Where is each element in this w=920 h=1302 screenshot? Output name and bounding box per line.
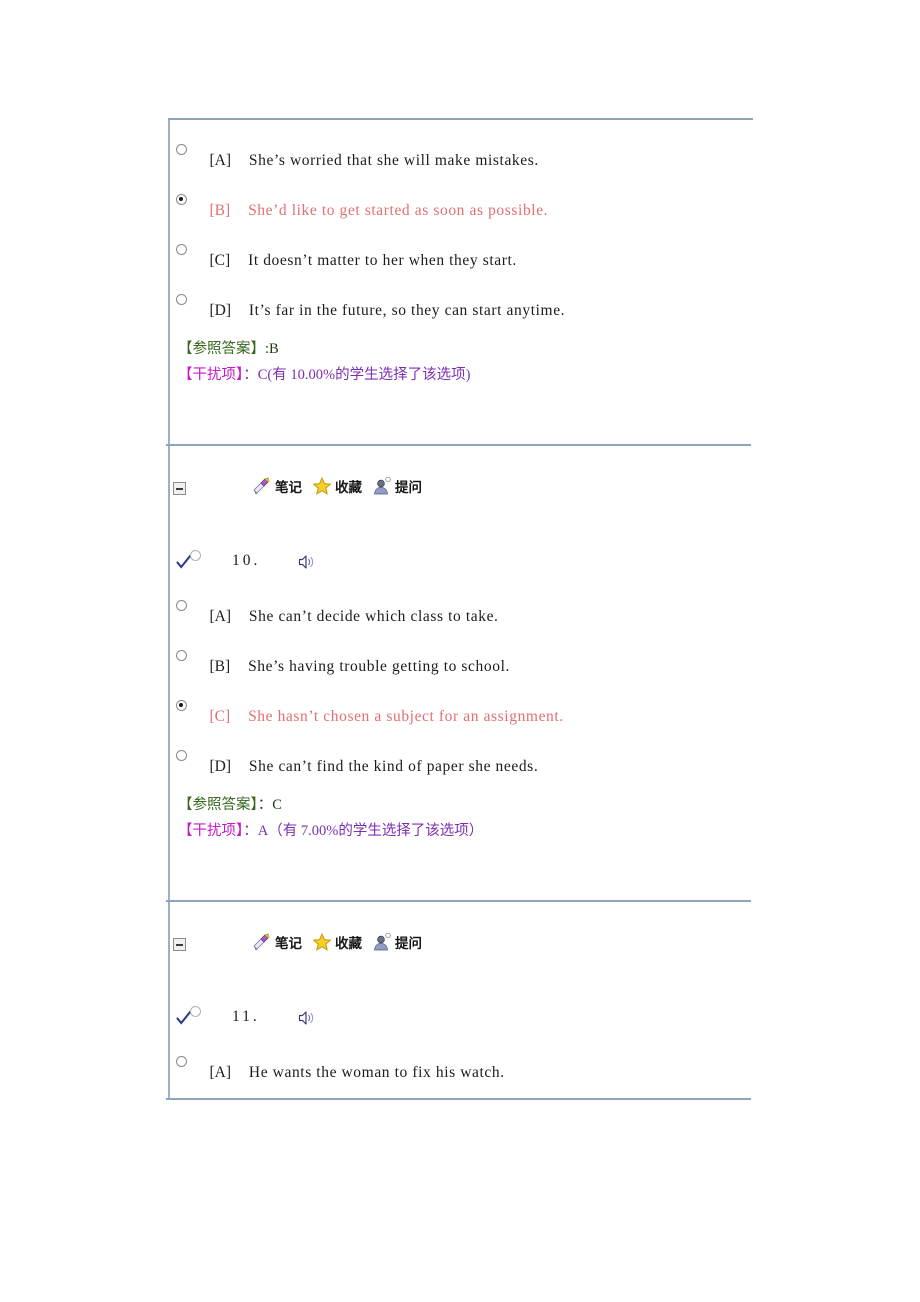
ask-question-button[interactable]: 提问 (372, 476, 422, 496)
distractor-value: A (257, 823, 269, 839)
distractor-label: 【干扰项】 (178, 823, 244, 839)
reference-answer: 【参照答案】:B (170, 336, 753, 362)
option-radio[interactable] (176, 700, 187, 711)
option-row[interactable]: [A] She’s worried that she will make mis… (170, 136, 753, 186)
option-tag: [B] (209, 658, 231, 675)
question-radio[interactable] (190, 1006, 201, 1017)
option-radio[interactable] (176, 144, 187, 155)
person-ask-icon (374, 932, 391, 951)
option-radio[interactable] (176, 294, 187, 305)
option-row[interactable]: [A] He wants the woman to fix his watch. (170, 1048, 753, 1098)
option-text: It’s far in the future, so they can star… (248, 302, 566, 319)
option-text: She’s worried that she will make mistake… (248, 152, 539, 169)
option-radio[interactable] (176, 1056, 187, 1067)
section-q9-tail: [A] She’s worried that she will make mis… (168, 120, 753, 444)
option-tag: [D] (209, 302, 232, 319)
option-row[interactable]: [B] She’s having trouble getting to scho… (170, 642, 753, 692)
option-radio[interactable] (176, 244, 187, 255)
collapse-toggle-icon[interactable] (173, 938, 186, 951)
favorite-label: 收藏 (335, 936, 362, 952)
person-ask-icon (374, 476, 391, 495)
section-q10: 笔记 收藏 提问 10. [A] She can’t decide which … (168, 446, 753, 900)
option-tag: [A] (209, 1064, 232, 1081)
distractor: 【干扰项】：C(有 10.00%的学生选择了该选项) (170, 362, 753, 388)
favorite-button[interactable]: 收藏 (312, 932, 362, 952)
distractor-separator: ： (243, 367, 258, 383)
distractor-value: C (257, 367, 268, 383)
ask-question-button[interactable]: 提问 (372, 932, 422, 952)
reference-answer: 【参照答案】：C (170, 792, 753, 818)
star-icon (312, 476, 332, 495)
distractor-separator: ： (243, 823, 258, 839)
question-number: 11. (232, 1008, 260, 1025)
option-tag: [C] (209, 708, 231, 725)
question-toolbar: 笔记 收藏 提问 (170, 472, 753, 506)
notes-label: 笔记 (275, 480, 302, 496)
collapse-toggle-icon[interactable] (173, 482, 186, 495)
option-row[interactable]: [C] She hasn’t chosen a subject for an a… (170, 692, 753, 742)
question-header: 11. (170, 1002, 753, 1048)
option-text: She hasn’t chosen a subject for an assig… (248, 708, 564, 725)
option-row[interactable]: [B] She’d like to get started as soon as… (170, 186, 753, 236)
option-row[interactable]: [D] It’s far in the future, so they can … (170, 286, 753, 336)
option-tag: [A] (209, 152, 232, 169)
exam-page: [A] She’s worried that she will make mis… (166, 118, 753, 1100)
ask-question-label: 提问 (395, 936, 422, 952)
option-text: She can’t find the kind of paper she nee… (248, 758, 539, 775)
question-number: 10. (232, 552, 261, 569)
option-tag: [A] (209, 608, 232, 625)
option-row[interactable]: [C] It doesn’t matter to her when they s… (170, 236, 753, 286)
option-text: It doesn’t matter to her when they start… (248, 252, 517, 269)
notes-label: 笔记 (275, 936, 302, 952)
reference-answer-value: B (269, 341, 279, 357)
option-row[interactable]: [A] She can’t decide which class to take… (170, 592, 753, 642)
notebook-icon (253, 477, 270, 495)
section-rule-bottom (166, 1098, 751, 1100)
notes-button[interactable]: 笔记 (252, 476, 302, 496)
distractor-label: 【干扰项】 (178, 367, 244, 383)
option-tag: [B] (209, 202, 231, 219)
star-icon (312, 932, 332, 951)
reference-answer-value: C (272, 797, 282, 813)
option-text: He wants the woman to fix his watch. (248, 1064, 505, 1081)
question-header: 10. (170, 546, 753, 592)
option-tag: [D] (209, 758, 232, 775)
favorite-button[interactable]: 收藏 (312, 476, 362, 496)
reference-answer-label: 【参照答案】 (178, 341, 265, 357)
option-text: She can’t decide which class to take. (248, 608, 499, 625)
question-toolbar: 笔记 收藏 提问 (170, 928, 753, 962)
reference-answer-label: 【参照答案】 (178, 797, 258, 813)
option-radio[interactable] (176, 750, 187, 761)
notebook-icon (253, 933, 270, 951)
option-radio[interactable] (176, 650, 187, 661)
speaker-icon[interactable] (298, 1010, 316, 1026)
option-tag: [C] (209, 252, 231, 269)
question-radio[interactable] (190, 550, 201, 561)
distractor: 【干扰项】：A（有 7.00%的学生选择了该选项） (170, 818, 753, 844)
distractor-detail: (有 10.00%的学生选择了该选项) (267, 367, 471, 383)
speaker-icon[interactable] (298, 554, 316, 570)
section-q11: 笔记 收藏 提问 11. [A] He wants the woman to f… (168, 902, 753, 1098)
distractor-detail: （有 7.00%的学生选择了该选项） (268, 823, 484, 839)
reference-answer-separator: ： (257, 797, 273, 813)
favorite-label: 收藏 (335, 480, 362, 496)
notes-button[interactable]: 笔记 (252, 932, 302, 952)
option-text: She’s having trouble getting to school. (248, 658, 510, 675)
option-text: She’d like to get started as soon as pos… (248, 202, 549, 219)
option-radio[interactable] (176, 600, 187, 611)
ask-question-label: 提问 (395, 480, 422, 496)
option-radio[interactable] (176, 194, 187, 205)
option-row[interactable]: [D] She can’t find the kind of paper she… (170, 742, 753, 792)
